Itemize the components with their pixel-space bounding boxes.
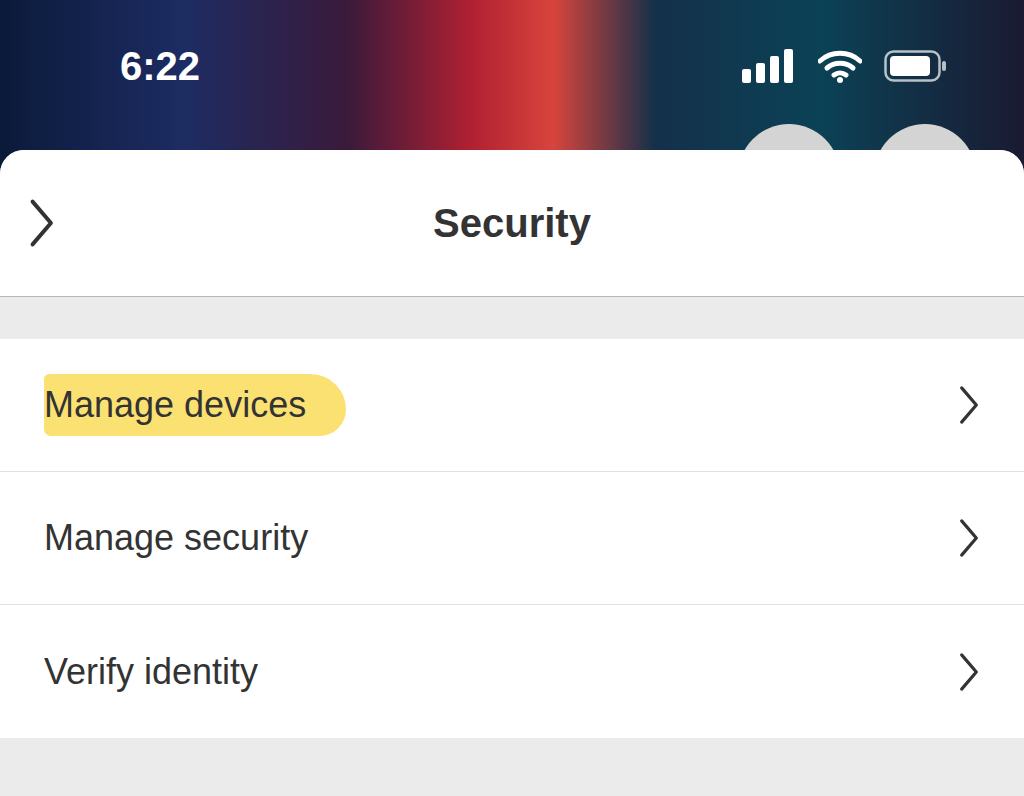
chevron-right-icon [958, 652, 980, 692]
chevron-right-icon [958, 518, 980, 558]
status-bar: 6:22 [0, 0, 1024, 90]
app-screen: 6:22 Security Manage devices Manage securit… [0, 0, 1024, 796]
settings-row[interactable]: Manage security [0, 472, 1024, 605]
spacer-band [0, 297, 1024, 339]
row-label: Verify identity [44, 641, 258, 703]
header: Security [0, 150, 1024, 297]
settings-row[interactable]: Verify identity [0, 605, 1024, 738]
wifi-icon [818, 49, 862, 83]
status-time: 6:22 [120, 42, 200, 90]
background-photo: 6:22 [0, 0, 1024, 150]
chevron-right-icon [958, 385, 980, 425]
row-label: Manage devices [44, 374, 346, 436]
status-icons [742, 49, 948, 83]
security-sheet: Security Manage devices Manage security Ver… [0, 150, 1024, 796]
header-title: Security [433, 201, 591, 246]
row-label: Manage security [44, 507, 308, 569]
settings-list: Manage devices Manage security Verify iden… [0, 339, 1024, 738]
battery-icon [884, 50, 948, 82]
bottom-band [0, 738, 1024, 796]
settings-row[interactable]: Manage devices [0, 339, 1024, 472]
back-button[interactable] [20, 190, 64, 256]
back-chevron-icon [28, 198, 56, 248]
signal-icon [742, 49, 796, 83]
